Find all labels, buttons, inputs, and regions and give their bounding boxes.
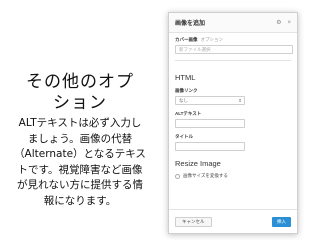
title-input[interactable] — [175, 142, 245, 151]
image-link-label: 画像リンク — [175, 88, 198, 93]
slide-body-line: 報になります。 — [43, 194, 117, 207]
dialog-header-icons: ⚙ × — [276, 20, 291, 26]
resize-section-title: Resize Image — [175, 159, 221, 168]
slide-title: その他のオプ ション — [4, 72, 156, 114]
slide-title-line-1: その他のオプ — [26, 72, 134, 92]
select-caret-icon: ⇕ — [238, 98, 242, 103]
insert-button[interactable]: 挿入 — [272, 216, 291, 227]
slide-body-line: ましょう。画像の代替 — [27, 132, 133, 145]
dialog-title: 画像を追加 — [175, 21, 206, 27]
slide-body: ALTテキストは必ず入力し ましょう。画像の代替 （Alternate）となるテ… — [4, 116, 156, 209]
settings-icon[interactable]: ⚙ — [276, 20, 281, 26]
optional-tag: オプション — [200, 37, 224, 42]
image-link-group: 画像リンク なし ⇕ — [175, 88, 291, 105]
resize-radio[interactable] — [175, 173, 180, 179]
title-group: タイトル — [175, 134, 291, 151]
dialog-footer: キャンセル 挿入 — [169, 209, 297, 233]
html-section-title: HTML — [175, 73, 196, 82]
cover-image-label: カバー画像 オプション — [175, 37, 291, 43]
cancel-button[interactable]: キャンセル — [175, 216, 212, 227]
image-link-value: なし — [179, 98, 188, 103]
resize-option[interactable]: 画像サイズを変換する — [175, 173, 291, 179]
alt-text-label: ALTテキスト — [175, 111, 202, 116]
slide-body-line: （Alternate）となるテキス — [14, 148, 146, 160]
divider — [175, 60, 291, 61]
add-image-dialog: 画像を追加 ⚙ × カバー画像 オプション 新ファイル選択 HTML 画像リンク… — [168, 12, 298, 234]
cover-image-file-input[interactable]: 新ファイル選択 — [175, 45, 293, 54]
resize-option-label: 画像サイズを変換する — [183, 173, 228, 178]
dialog-body: カバー画像 オプション 新ファイル選択 HTML 画像リンク なし ⇕ ALTテ… — [169, 33, 297, 179]
slide-body-line: トです。視覚障害など画像 — [17, 163, 143, 176]
alt-text-group: ALTテキスト — [175, 111, 291, 128]
cover-image-group: カバー画像 オプション 新ファイル選択 — [175, 37, 293, 54]
cover-image-label-text: カバー画像 — [175, 37, 198, 42]
slide-title-line-2: ション — [53, 93, 107, 113]
alt-text-input[interactable] — [175, 119, 245, 128]
close-icon[interactable]: × — [287, 20, 291, 26]
slide-body-line: ALTテキストは必ず入力し — [18, 117, 142, 129]
title-label: タイトル — [175, 134, 193, 139]
image-link-select[interactable]: なし ⇕ — [175, 96, 245, 105]
dialog-header: 画像を追加 ⚙ × — [169, 13, 297, 33]
slide-body-line: が見れない方に提供する情 — [17, 179, 143, 191]
